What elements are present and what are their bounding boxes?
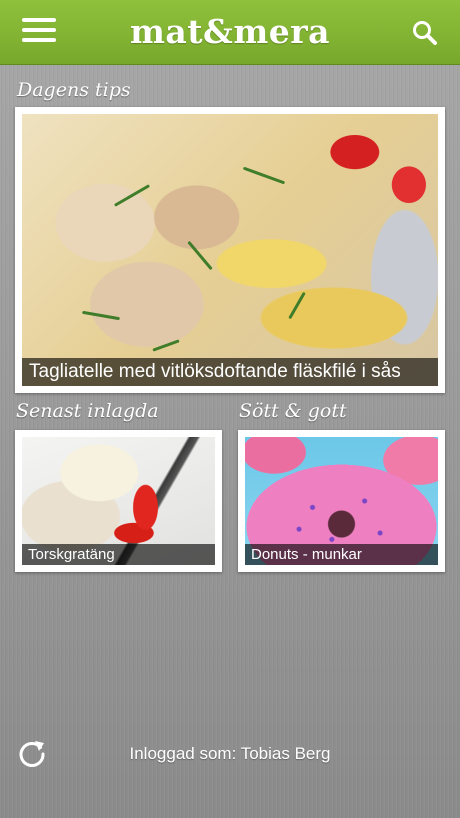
latest-recipe-title: Torskgratäng xyxy=(22,544,215,565)
search-button[interactable] xyxy=(412,20,438,46)
sweet-recipe-card[interactable]: Donuts - munkar xyxy=(238,430,445,572)
logged-in-status: Inloggad som: Tobias Berg xyxy=(129,744,331,763)
top-bar: mat&mera xyxy=(0,0,460,65)
todays-tip-image: Tagliatelle med vitlöksdoftande fläskfil… xyxy=(22,114,438,386)
latest-recipe-image: Torskgratäng xyxy=(22,437,215,565)
todays-tip-label: Dagens tips xyxy=(17,79,131,101)
sweet-label: Sött & gott xyxy=(239,400,347,422)
sweet-recipe-title: Donuts - munkar xyxy=(245,544,438,565)
search-icon xyxy=(413,21,437,45)
app-logo: mat&mera xyxy=(129,12,331,51)
latest-label: Senast inlagda xyxy=(16,400,159,422)
sweet-recipe-image: Donuts - munkar xyxy=(245,437,438,565)
todays-tip-card[interactable]: Tagliatelle med vitlöksdoftande fläskfil… xyxy=(15,107,445,393)
todays-tip-title: Tagliatelle med vitlöksdoftande fläskfil… xyxy=(22,358,438,386)
latest-recipe-card[interactable]: Torskgratäng xyxy=(15,430,222,572)
